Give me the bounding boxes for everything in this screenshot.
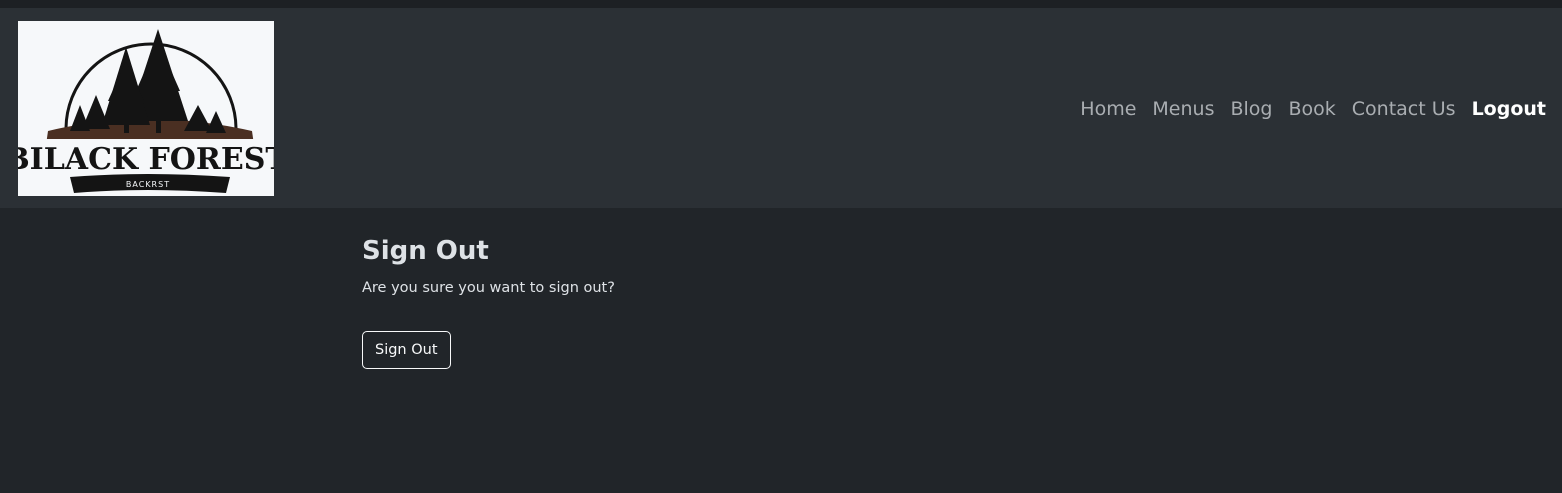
logo-subtitle: BACKRST (126, 180, 170, 189)
nav-menus[interactable]: Menus (1144, 97, 1222, 121)
sign-out-button[interactable]: Sign Out (362, 331, 451, 369)
confirm-message: Are you sure you want to sign out? (362, 280, 615, 296)
nav-blog[interactable]: Blog (1222, 97, 1280, 121)
page-title: Sign Out (362, 236, 489, 266)
logo-link[interactable]: BILACK FOREST BACKRST (18, 21, 274, 196)
black-forest-logo: BILACK FOREST BACKRST (18, 29, 274, 193)
logo-wordmark: BILACK FOREST (18, 142, 274, 177)
nav-home[interactable]: Home (1072, 97, 1144, 121)
nav-book[interactable]: Book (1280, 97, 1343, 121)
navbar: BILACK FOREST BACKRST Home Menus Blog Bo… (0, 8, 1562, 208)
nav-logout[interactable]: Logout (1464, 97, 1554, 121)
nav-contact-us[interactable]: Contact Us (1344, 97, 1464, 121)
main-nav: Home Menus Blog Book Contact Us Logout (1072, 97, 1554, 121)
top-strip (0, 0, 1562, 8)
main-content: Sign Out Are you sure you want to sign o… (362, 234, 1262, 369)
